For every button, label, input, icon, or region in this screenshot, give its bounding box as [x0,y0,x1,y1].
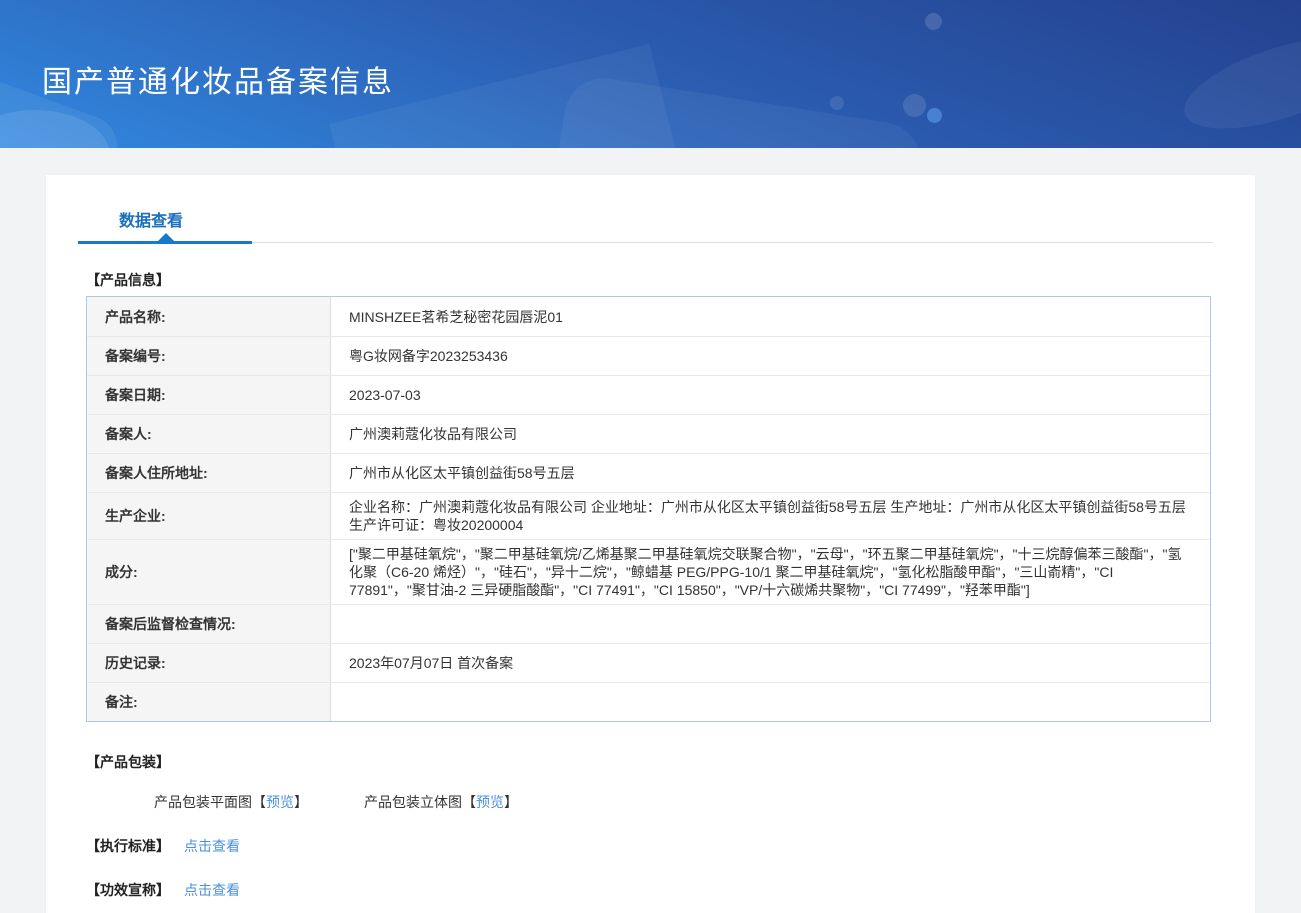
bracket: 】 [294,794,308,810]
content-card: 数据查看 【产品信息】 产品名称: MINSHZEE茗希芝秘密花园唇泥01 备案… [46,175,1255,913]
table-row: 备案人: 广州澳莉蔻化妆品有限公司 [87,414,1210,453]
row-value: ["聚二甲基硅氧烷"，"聚二甲基硅氧烷/乙烯基聚二甲基硅氧烷交联聚合物"，"云母… [349,546,1182,598]
header-decor-ellipse [1174,18,1301,148]
bracket: 【 [462,794,476,810]
row-label: 备注: [87,683,331,721]
header-decor-dot [925,13,942,30]
row-label: 备案日期: [87,376,331,414]
executive-standard-link[interactable]: 点击查看 [184,838,240,854]
packaging-links-row: 产品包装平面图【预览】 产品包装立体图【预览】 [154,792,1255,812]
tab-active-underline [78,233,252,244]
row-value: 广州澳莉蔻化妆品有限公司 [349,426,517,442]
table-row: 备案人住所地址: 广州市从化区太平镇创益街58号五层 [87,453,1210,492]
section-title-product-packaging: 【产品包装】 [86,754,170,770]
table-row: 备案编号: 粤G妆网备字2023253436 [87,336,1210,375]
bracket: 】 [504,794,518,810]
table-row: 成分: ["聚二甲基硅氧烷"，"聚二甲基硅氧烷/乙烯基聚二甲基硅氧烷交联聚合物"… [87,539,1210,604]
section-title-product-info: 【产品信息】 [86,272,170,288]
table-row: 备案后监督检查情况: [87,604,1210,643]
row-label: 备案人: [87,415,331,453]
tab-active-arrow [158,233,174,241]
product-info-table: 产品名称: MINSHZEE茗希芝秘密花园唇泥01 备案编号: 粤G妆网备字20… [86,296,1211,722]
header-decor-shape [553,72,927,148]
row-label: 成分: [87,540,331,604]
bracket: 【 [252,794,266,810]
row-value: 2023年07月07日 首次备案 [349,655,514,671]
page-title: 国产普通化妆品备案信息 [42,66,394,99]
section-title-efficacy-claim: 【功效宣称】 [86,882,170,898]
row-value: 粤G妆网备字2023253436 [349,348,508,364]
executive-standard-row: 【执行标准】 点击查看 [86,836,1255,856]
row-value: 2023-07-03 [349,387,421,403]
tab-bar: 数据查看 [46,175,1255,244]
efficacy-claim-row: 【功效宣称】 点击查看 [86,880,1255,900]
row-label: 生产企业: [87,493,331,539]
row-label: 备案后监督检查情况: [87,605,331,643]
packaging-flat-label: 产品包装平面图 [154,794,252,810]
row-label: 备案人住所地址: [87,454,331,492]
preview-stereo-link[interactable]: 预览 [476,794,504,810]
row-label: 产品名称: [87,297,331,336]
page-header: 国产普通化妆品备案信息 [0,0,1301,148]
header-decor-dot [830,96,844,110]
tab-data-view[interactable]: 数据查看 [119,207,183,231]
table-row: 生产企业: 企业名称：广州澳莉蔻化妆品有限公司 企业地址：广州市从化区太平镇创益… [87,492,1210,539]
section-title-executive-standard: 【执行标准】 [86,838,170,854]
row-value: 广州市从化区太平镇创益街58号五层 [349,465,575,481]
preview-flat-link[interactable]: 预览 [266,794,294,810]
row-label: 历史记录: [87,644,331,682]
table-row: 备注: [87,682,1210,721]
packaging-stereo-label: 产品包装立体图 [364,794,462,810]
row-value [331,605,1210,643]
page-content: 数据查看 【产品信息】 产品名称: MINSHZEE茗希芝秘密花园唇泥01 备案… [0,148,1301,913]
efficacy-claim-link[interactable]: 点击查看 [184,882,240,898]
row-value: 企业名称：广州澳莉蔻化妆品有限公司 企业地址：广州市从化区太平镇创益街58号五层… [349,499,1186,533]
row-value [331,683,1210,721]
header-decor-dot [927,108,942,123]
row-value: MINSHZEE茗希芝秘密花园唇泥01 [349,308,563,325]
tab-bar-divider [252,242,1213,243]
table-row: 产品名称: MINSHZEE茗希芝秘密花园唇泥01 [87,297,1210,336]
table-row: 历史记录: 2023年07月07日 首次备案 [87,643,1210,682]
table-row: 备案日期: 2023-07-03 [87,375,1210,414]
row-label: 备案编号: [87,337,331,375]
header-decor-dot [903,94,926,117]
